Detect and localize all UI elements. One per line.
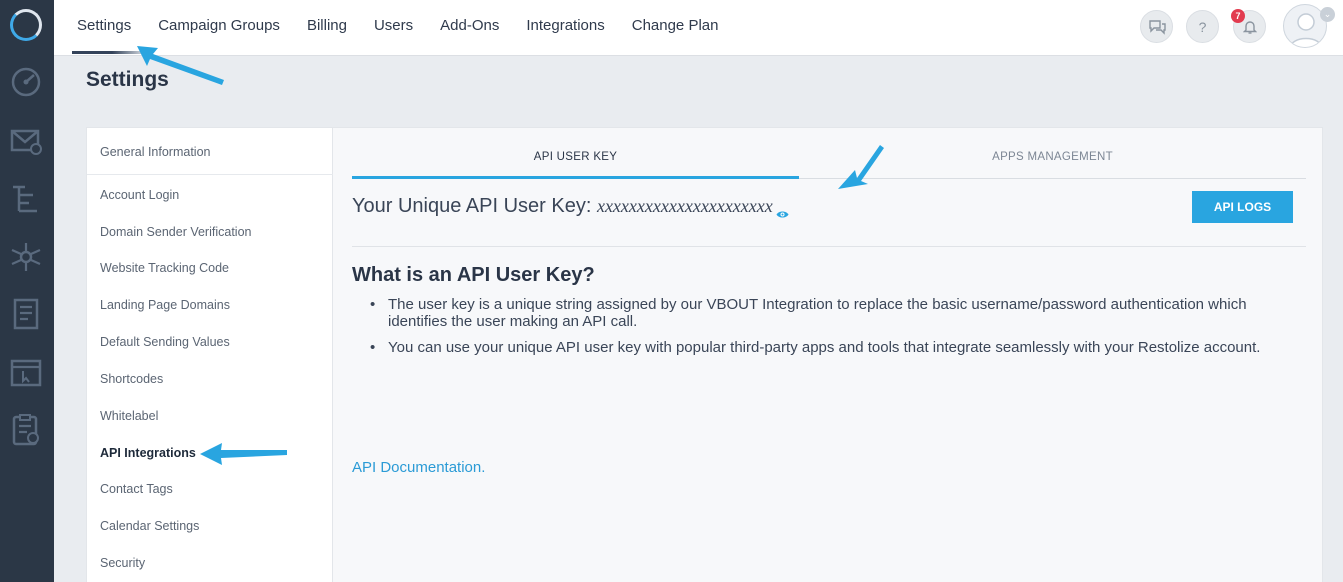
nav-change-plan[interactable]: Change Plan xyxy=(618,0,732,56)
app-logo-icon[interactable] xyxy=(10,9,42,41)
tab-bar: API USER KEY APPS MANAGEMENT xyxy=(352,128,1306,179)
help-button[interactable]: ? xyxy=(1186,10,1219,43)
nav-settings[interactable]: Settings xyxy=(54,0,145,56)
email-icon[interactable] xyxy=(9,124,43,158)
sidebar-item-security[interactable]: Security xyxy=(100,556,145,570)
document-icon[interactable] xyxy=(9,297,43,331)
sidebar-item-general-information[interactable]: General Information xyxy=(100,145,210,159)
api-key-label: Your Unique API User Key: xyxy=(352,195,597,217)
main-nav: Settings Campaign Groups Billing Users A… xyxy=(54,0,732,56)
api-key-line: Your Unique API User Key: xxxxxxxxxxxxxx… xyxy=(352,195,789,218)
settings-card: General Information Account Login Domain… xyxy=(86,127,1323,582)
nav-integrations[interactable]: Integrations xyxy=(513,0,618,56)
list-item: The user key is a unique string assigned… xyxy=(370,296,1290,330)
api-content: API USER KEY APPS MANAGEMENT Your Unique… xyxy=(334,128,1322,582)
sidebar-item-account-login[interactable]: Account Login xyxy=(100,188,179,202)
show-key-eye-icon[interactable] xyxy=(776,202,789,218)
network-icon[interactable] xyxy=(9,240,43,274)
sidebar-divider xyxy=(87,174,333,175)
api-documentation-link[interactable]: API Documentation. xyxy=(352,459,485,476)
list-item: You can use your unique API user key wit… xyxy=(370,339,1290,356)
clipboard-icon[interactable] xyxy=(9,412,43,446)
automation-icon[interactable] xyxy=(9,182,43,216)
nav-add-ons[interactable]: Add-Ons xyxy=(427,0,513,56)
nav-campaign-groups[interactable]: Campaign Groups xyxy=(145,0,294,56)
sidebar-item-whitelabel[interactable]: Whitelabel xyxy=(100,409,158,423)
dashboard-icon[interactable] xyxy=(9,64,43,98)
chevron-down-icon[interactable]: ⌄ xyxy=(1320,7,1335,22)
tab-api-user-key[interactable]: API USER KEY xyxy=(352,128,799,179)
left-rail xyxy=(0,0,54,582)
sidebar-item-api-integrations[interactable]: API Integrations xyxy=(100,446,196,460)
nav-users[interactable]: Users xyxy=(360,0,426,56)
sidebar-item-domain-sender-verification[interactable]: Domain Sender Verification xyxy=(100,225,251,239)
section-heading: What is an API User Key? xyxy=(352,264,595,286)
sidebar-item-calendar-settings[interactable]: Calendar Settings xyxy=(100,519,199,533)
sidebar-item-landing-page-domains[interactable]: Landing Page Domains xyxy=(100,298,230,312)
sidebar-item-contact-tags[interactable]: Contact Tags xyxy=(100,482,173,496)
notification-count-badge: 7 xyxy=(1231,9,1245,23)
api-key-value: xxxxxxxxxxxxxxxxxxxxxx xyxy=(596,196,773,216)
tab-apps-management[interactable]: APPS MANAGEMENT xyxy=(799,128,1306,179)
chat-icon[interactable] xyxy=(1140,10,1173,43)
nav-billing[interactable]: Billing xyxy=(293,0,360,56)
sidebar-item-shortcodes[interactable]: Shortcodes xyxy=(100,372,163,386)
section-divider xyxy=(352,246,1306,247)
sidebar-item-default-sending-values[interactable]: Default Sending Values xyxy=(100,335,230,349)
info-bullet-list: The user key is a unique string assigned… xyxy=(370,296,1290,365)
settings-sidebar: General Information Account Login Domain… xyxy=(87,128,333,582)
landing-page-icon[interactable] xyxy=(9,356,43,390)
sidebar-item-website-tracking-code[interactable]: Website Tracking Code xyxy=(100,261,229,275)
api-logs-button[interactable]: API LOGS xyxy=(1192,191,1293,223)
page-title: Settings xyxy=(86,68,169,91)
